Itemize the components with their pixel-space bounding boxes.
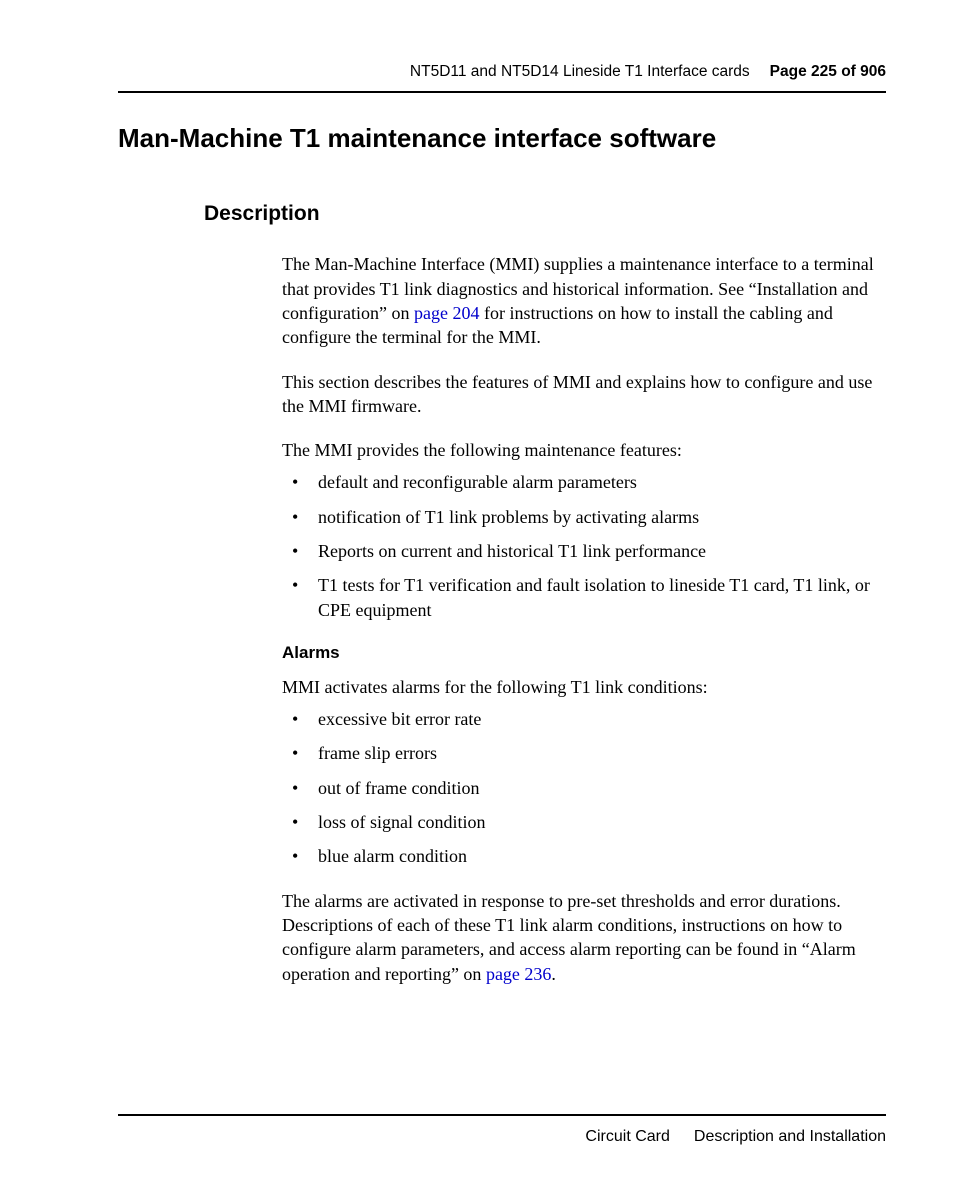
heading-2: Description: [204, 200, 886, 228]
feature-list: default and reconfigurable alarm paramet…: [282, 470, 886, 621]
list-item: notification of T1 link problems by acti…: [282, 505, 886, 529]
list-item: T1 tests for T1 verification and fault i…: [282, 573, 886, 622]
body-content: The Man-Machine Interface (MMI) supplies…: [282, 252, 886, 985]
list-item: loss of signal condition: [282, 810, 886, 834]
page-204-link[interactable]: page 204: [414, 303, 479, 323]
list-item: Reports on current and historical T1 lin…: [282, 539, 886, 563]
page-footer: Circuit Card Description and Installation: [118, 1114, 886, 1148]
paragraph: The Man-Machine Interface (MMI) supplies…: [282, 252, 886, 349]
list-item: frame slip errors: [282, 741, 886, 765]
page-236-link[interactable]: page 236: [486, 964, 551, 984]
chapter-title: NT5D11 and NT5D14 Lineside T1 Interface …: [410, 62, 750, 83]
list-item: default and reconfigurable alarm paramet…: [282, 470, 886, 494]
heading-3: Alarms: [282, 642, 886, 665]
paragraph: The MMI provides the following maintenan…: [282, 438, 886, 462]
text-run: The alarms are activated in response to …: [282, 891, 856, 984]
list-item: blue alarm condition: [282, 844, 886, 868]
paragraph: MMI activates alarms for the following T…: [282, 675, 886, 699]
document-page: NT5D11 and NT5D14 Lineside T1 Interface …: [0, 0, 954, 986]
footer-left: Circuit Card: [585, 1128, 669, 1145]
page-header: NT5D11 and NT5D14 Lineside T1 Interface …: [118, 62, 886, 93]
page-number: Page 225 of 906: [770, 62, 886, 83]
text-run: .: [551, 964, 556, 984]
paragraph: This section describes the features of M…: [282, 370, 886, 419]
footer-right: Description and Installation: [694, 1128, 886, 1145]
paragraph: The alarms are activated in response to …: [282, 889, 886, 986]
list-item: out of frame condition: [282, 776, 886, 800]
alarm-list: excessive bit error rate frame slip erro…: [282, 707, 886, 868]
list-item: excessive bit error rate: [282, 707, 886, 731]
heading-1: Man-Machine T1 maintenance interface sof…: [118, 121, 886, 156]
